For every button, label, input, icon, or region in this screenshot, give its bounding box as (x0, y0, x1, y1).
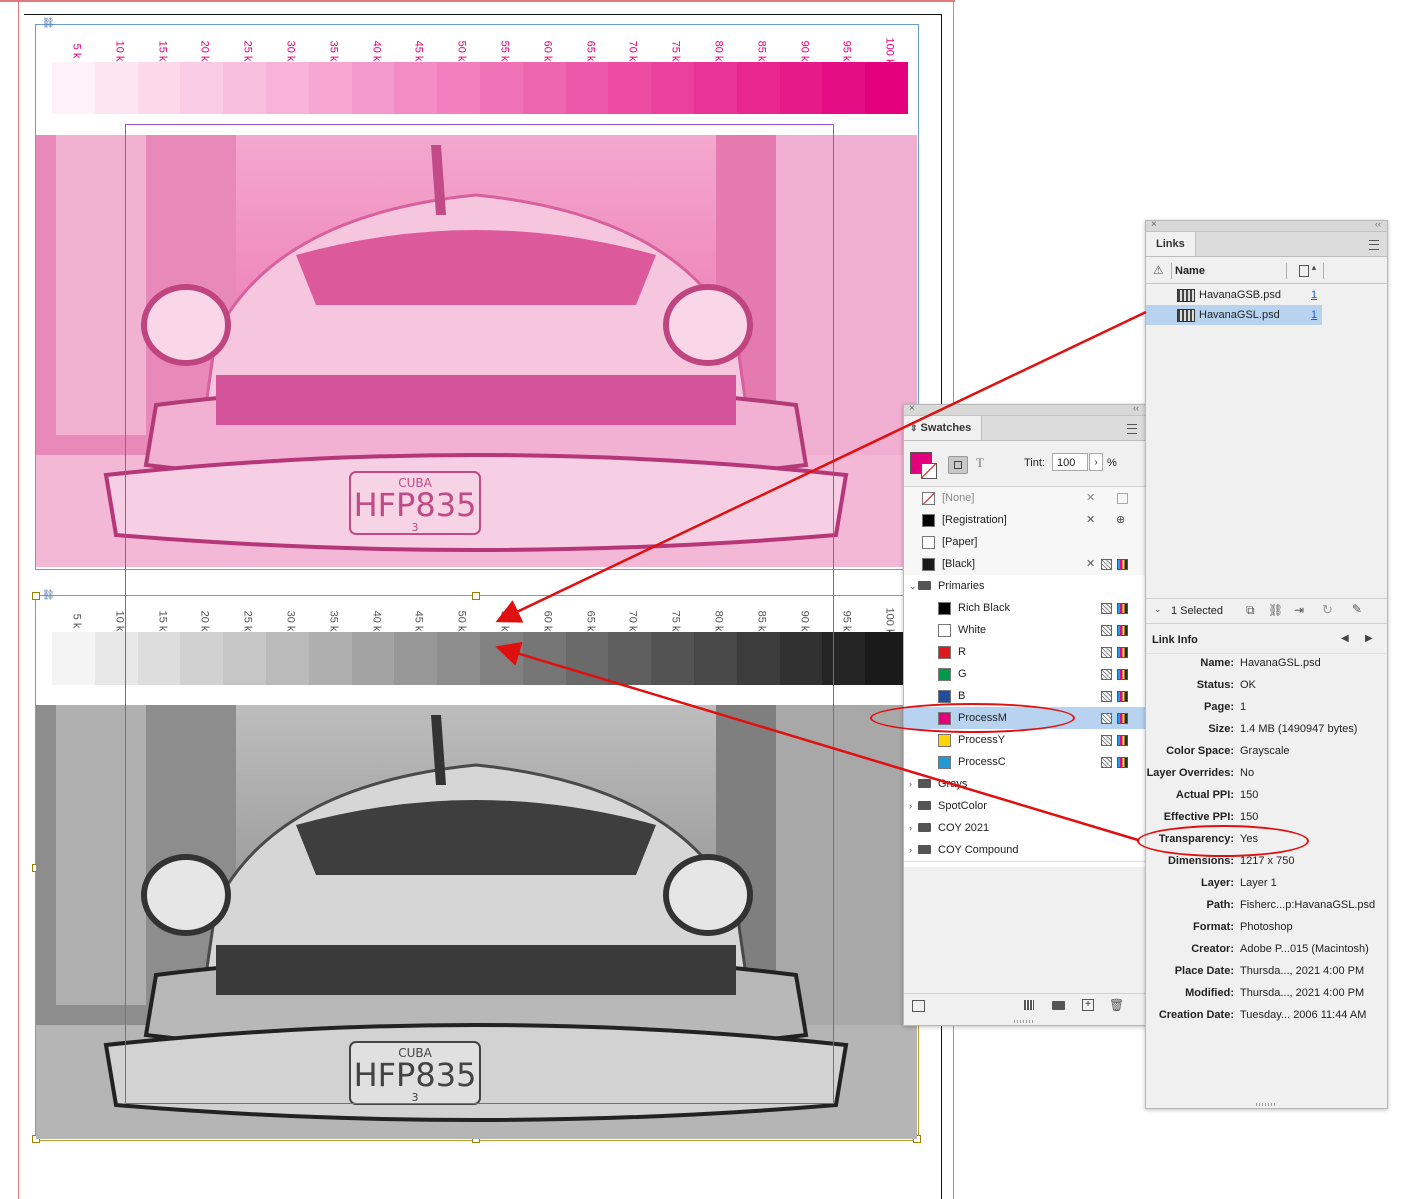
annotation-ellipse-processm (870, 703, 1075, 733)
annotation-arrow (495, 641, 1139, 842)
annotation-overlay (495, 310, 1147, 842)
annotation-arrow (495, 310, 1147, 623)
annotation-ellipse-transparency (1137, 825, 1309, 857)
